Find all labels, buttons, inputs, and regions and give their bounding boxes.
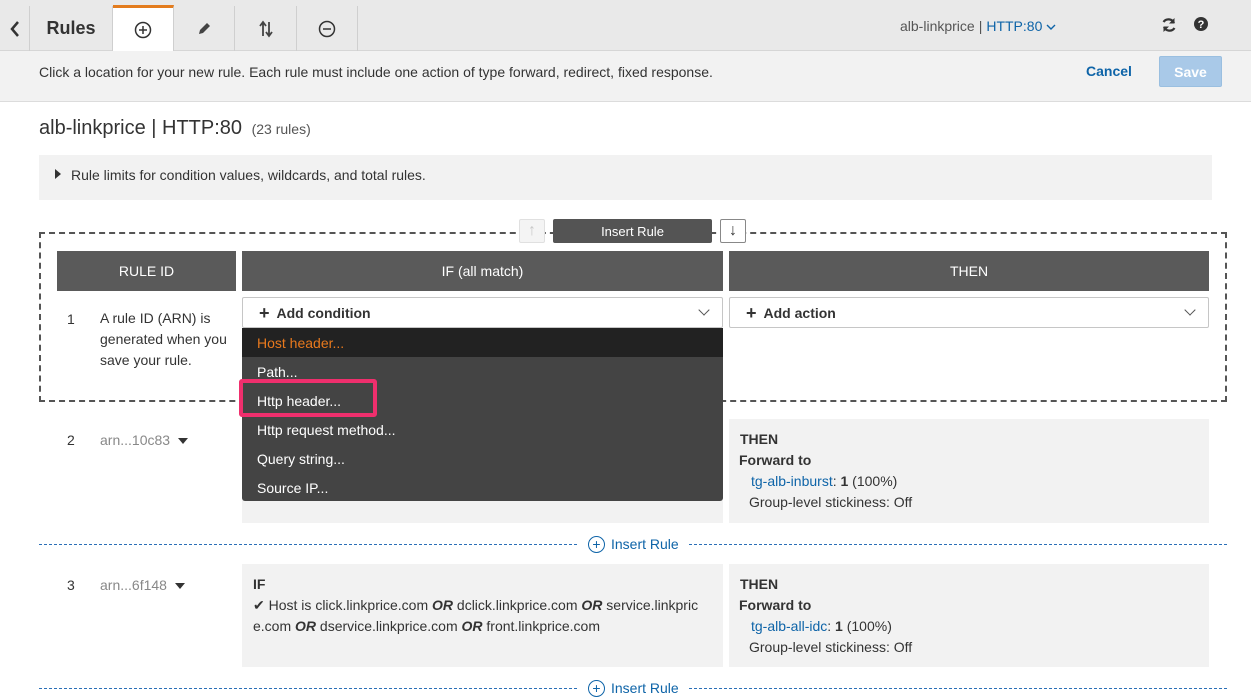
rule-limits-expander[interactable]: Rule limits for condition values, wildca… [39, 155, 1212, 200]
refresh-button[interactable] [1160, 16, 1180, 36]
caret-down-icon [174, 583, 185, 590]
plus-circle-icon: + [588, 535, 605, 553]
or-operator: OR [461, 618, 483, 634]
target-weight: 1 [835, 618, 843, 634]
target-weight: 1 [840, 473, 849, 489]
column-header-rule-id: RULE ID [57, 251, 236, 291]
rule-arn-text: arn...10c83 [100, 432, 171, 448]
insert-rule-link[interactable]: + Insert Rule [578, 534, 689, 554]
menu-item-query-string[interactable]: Query string... [242, 444, 723, 473]
rule-arn-text: arn...6f148 [100, 577, 167, 593]
tab-rules[interactable]: Rules [30, 6, 113, 51]
back-button[interactable] [0, 6, 30, 51]
plus-icon: + [746, 302, 757, 323]
forward-target-line: tg-alb-all-idc: 1 (100%) [751, 618, 892, 634]
host-value: e.com [253, 618, 292, 634]
page-title-text: alb-linkprice | HTTP:80 [39, 117, 243, 139]
instruction-bar: Click a location for your new rule. Each… [0, 51, 1251, 102]
column-header-if: IF (all match) [242, 251, 723, 291]
host-value: dclick.linkprice.com [456, 597, 578, 613]
caret-down-icon [178, 438, 189, 445]
stickiness-text: Group-level stickiness: Off [749, 494, 913, 510]
target-group-link[interactable]: tg-alb-inburst [751, 473, 833, 489]
rule-3-if-panel: IF ✔ Host is click.linkprice.com OR dcli… [242, 564, 723, 667]
rule-count: (23 rules) [251, 121, 311, 137]
target-percent: (100%) [852, 473, 898, 489]
stickiness-text: Group-level stickiness: Off [749, 639, 913, 655]
page-title: alb-linkprice | HTTP:80 (23 rules) [39, 117, 311, 140]
chevron-down-icon [1046, 24, 1056, 30]
pencil-icon [199, 22, 210, 34]
plus-icon: + [259, 302, 270, 323]
insert-rule-label: Insert Rule [611, 536, 679, 552]
tab-edit-rules[interactable] [174, 6, 235, 51]
or-operator: OR [295, 618, 317, 634]
or-operator: OR [581, 597, 603, 613]
add-condition-dropdown[interactable]: + Add condition [242, 297, 723, 328]
then-label: THEN [740, 576, 779, 592]
rule-number: 3 [67, 577, 75, 593]
host-value: dservice.linkprice.com [319, 618, 458, 634]
rule-arn[interactable]: arn...10c83 [100, 432, 189, 448]
target-group-link[interactable]: tg-alb-all-idc [751, 618, 827, 634]
rules-toolbar: Rules alb-linkprice | HTTP:80 ? [0, 0, 1251, 51]
highlight-box [239, 379, 377, 417]
insert-rule-link[interactable]: + Insert Rule [578, 678, 689, 698]
reorder-arrows-icon [258, 20, 273, 37]
lb-name: alb-linkprice [900, 18, 975, 34]
menu-item-host-header[interactable]: Host header... [242, 328, 723, 357]
rule-arn[interactable]: arn...6f148 [100, 577, 185, 593]
help-button[interactable]: ? [1193, 16, 1213, 36]
plus-circle-icon [134, 21, 152, 38]
rule-id-description: A rule ID (ARN) is generated when you sa… [100, 310, 227, 368]
rule-2-then-panel: THEN Forward to tg-alb-inburst: 1 (100%)… [729, 419, 1209, 523]
rule-limits-text: Rule limits for condition values, wildca… [71, 167, 426, 183]
if-label: IF [253, 576, 266, 592]
minus-circle-icon [318, 20, 336, 37]
rule-3-then-panel: THEN Forward to tg-alb-all-idc: 1 (100%)… [729, 564, 1209, 667]
chevron-left-icon [9, 20, 19, 37]
target-percent: (100%) [846, 618, 892, 634]
add-action-label: Add action [763, 304, 836, 321]
host-value: service.linkpric [606, 597, 699, 613]
insert-rule-down-button[interactable]: ↓ [720, 219, 746, 243]
tab-delete-rules[interactable] [297, 6, 358, 51]
insert-rule-label: Insert Rule [553, 219, 712, 243]
help-icon: ? [1194, 17, 1208, 31]
instruction-text: Click a location for your new rule. Each… [39, 64, 713, 80]
insert-rule-up-button[interactable]: ↑ [519, 219, 545, 243]
tab-reorder-rules[interactable] [235, 6, 297, 51]
chevron-down-icon [698, 304, 710, 316]
tab-add-rules[interactable] [113, 5, 174, 51]
column-header-then: THEN [729, 251, 1209, 291]
listener-selector[interactable]: alb-linkprice | HTTP:80 [900, 18, 1056, 34]
listener-separator: | [978, 18, 983, 34]
add-action-dropdown[interactable]: + Add action [729, 297, 1209, 328]
cancel-button[interactable]: Cancel [1086, 63, 1132, 79]
listener-port: HTTP:80 [986, 18, 1043, 34]
rule-number: 1 [67, 311, 75, 327]
action-type: Forward to [739, 597, 812, 613]
menu-item-http-request-method[interactable]: Http request method... [242, 415, 723, 444]
host-condition-line-2: e.com OR dservice.linkprice.com OR front… [253, 618, 600, 634]
then-label: THEN [740, 431, 779, 447]
save-button[interactable]: Save [1159, 56, 1222, 87]
rule-number: 2 [67, 432, 75, 448]
refresh-icon [1162, 18, 1176, 32]
menu-item-source-ip[interactable]: Source IP... [242, 473, 723, 502]
caret-right-icon [55, 169, 61, 179]
add-condition-label: Add condition [276, 304, 371, 321]
svg-text:?: ? [1198, 19, 1205, 31]
host-value: front.linkprice.com [486, 618, 600, 634]
forward-target-line: tg-alb-inburst: 1 (100%) [751, 473, 898, 489]
chevron-down-icon [1184, 304, 1196, 316]
checkmark-icon: ✔ [253, 597, 265, 613]
host-condition-line-1: ✔ Host is click.linkprice.com OR dclick.… [253, 597, 698, 614]
or-operator: OR [432, 597, 454, 613]
host-value: click.linkprice.com [315, 597, 429, 613]
host-prefix: Host is [268, 597, 312, 613]
action-type: Forward to [739, 452, 812, 468]
